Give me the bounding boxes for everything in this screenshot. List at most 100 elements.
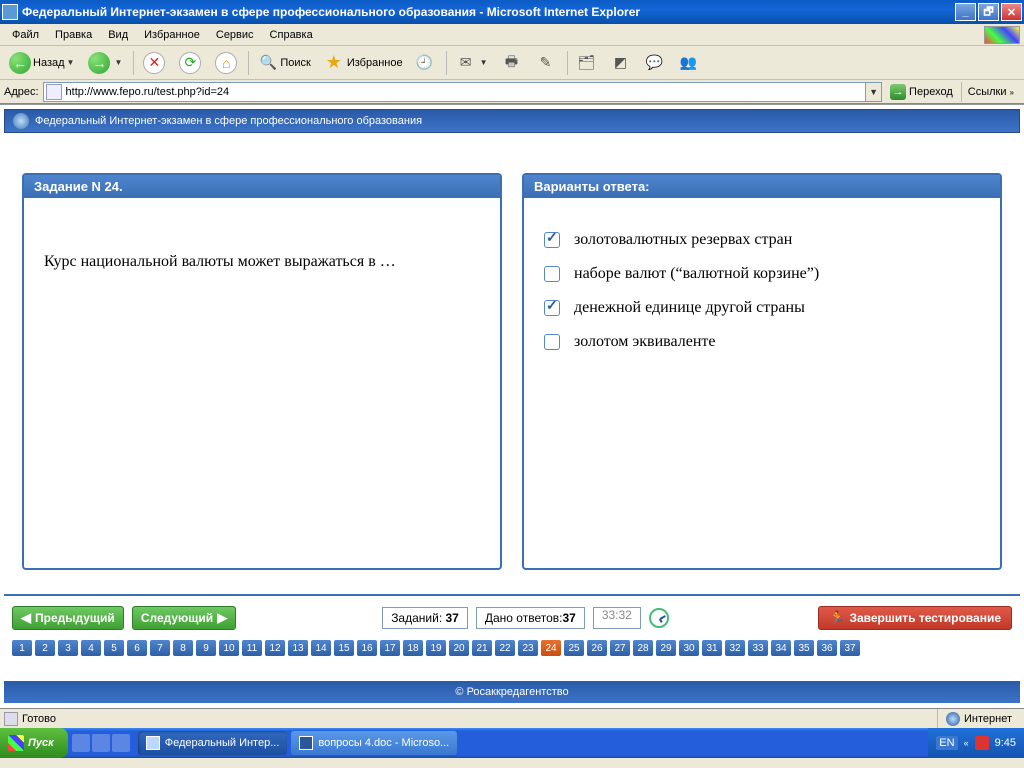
question-number-18[interactable]: 18 (403, 640, 423, 656)
language-indicator[interactable]: EN (936, 736, 957, 750)
navigation-area: ◀Предыдущий Следующий▶ Заданий: 37 Дано … (4, 594, 1020, 666)
question-number-21[interactable]: 21 (472, 640, 492, 656)
next-button[interactable]: Следующий▶ (132, 606, 236, 630)
question-number-9[interactable]: 9 (196, 640, 216, 656)
question-number-31[interactable]: 31 (702, 640, 722, 656)
home-button[interactable]: ⌂ (210, 49, 244, 77)
question-number-25[interactable]: 25 (564, 640, 584, 656)
windows-logo-icon (984, 26, 1020, 44)
task-text: Курс национальной валюты может выражатьс… (44, 223, 480, 271)
page-header: Федеральный Интернет-экзамен в сфере про… (4, 109, 1020, 133)
question-number-20[interactable]: 20 (449, 640, 469, 656)
question-number-28[interactable]: 28 (633, 640, 653, 656)
minimize-button[interactable]: _ (955, 3, 976, 21)
back-dropdown[interactable]: ▼ (65, 58, 77, 67)
edit-icon: ✎ (536, 53, 556, 73)
menu-file[interactable]: Файл (4, 27, 47, 43)
close-button[interactable]: ✕ (1001, 3, 1022, 21)
tray-expand-icon[interactable]: « (964, 738, 969, 748)
status-bar: Готово Интернет (0, 708, 1024, 728)
finish-button[interactable]: 🏃Завершить тестирование (818, 606, 1012, 630)
question-number-36[interactable]: 36 (817, 640, 837, 656)
question-number-26[interactable]: 26 (587, 640, 607, 656)
print-button[interactable]: 🖶 (497, 49, 529, 77)
prev-button[interactable]: ◀Предыдущий (12, 606, 124, 630)
answer-checkbox[interactable] (544, 334, 560, 350)
refresh-icon: ⟳ (179, 52, 201, 74)
research-button[interactable]: 🗂 (572, 49, 604, 77)
clock[interactable]: 9:45 (995, 737, 1016, 749)
messenger-button[interactable]: 👥 (674, 49, 706, 77)
menu-view[interactable]: Вид (100, 27, 136, 43)
taskbar-item[interactable]: вопросы 4.doc - Microso... (291, 731, 457, 755)
forward-button[interactable]: →▼ (83, 49, 129, 77)
question-number-37[interactable]: 37 (840, 640, 860, 656)
menu-help[interactable]: Справка (262, 27, 321, 43)
question-number-22[interactable]: 22 (495, 640, 515, 656)
kaspersky-button[interactable]: ◩ (606, 49, 638, 77)
answer-checkbox[interactable] (544, 266, 560, 282)
question-number-8[interactable]: 8 (173, 640, 193, 656)
question-number-19[interactable]: 19 (426, 640, 446, 656)
taskbar-item[interactable]: Федеральный Интер... (138, 731, 288, 755)
question-number-10[interactable]: 10 (219, 640, 239, 656)
question-number-12[interactable]: 12 (265, 640, 285, 656)
question-number-7[interactable]: 7 (150, 640, 170, 656)
question-number-17[interactable]: 17 (380, 640, 400, 656)
quicklaunch-app-icon[interactable] (112, 734, 130, 752)
go-button[interactable]: → Переход (886, 82, 957, 102)
tray-kaspersky-icon[interactable] (975, 736, 989, 750)
question-number-2[interactable]: 2 (35, 640, 55, 656)
question-number-30[interactable]: 30 (679, 640, 699, 656)
refresh-button[interactable]: ⟳ (174, 49, 208, 77)
question-number-16[interactable]: 16 (357, 640, 377, 656)
question-number-3[interactable]: 3 (58, 640, 78, 656)
question-number-14[interactable]: 14 (311, 640, 331, 656)
stop-button[interactable]: ✕ (138, 49, 172, 77)
question-number-4[interactable]: 4 (81, 640, 101, 656)
runner-icon: 🏃 (829, 610, 845, 626)
question-number-33[interactable]: 33 (748, 640, 768, 656)
windows-flag-icon (8, 735, 24, 751)
security-zone[interactable]: Интернет (937, 709, 1020, 728)
question-number-6[interactable]: 6 (127, 640, 147, 656)
question-number-32[interactable]: 32 (725, 640, 745, 656)
links-button[interactable]: Ссылки » (961, 82, 1020, 102)
mail-button[interactable]: ✉▼ (451, 49, 495, 77)
question-number-1[interactable]: 1 (12, 640, 32, 656)
window-title: Федеральный Интернет-экзамен в сфере про… (22, 5, 953, 19)
restore-button[interactable]: 🗗 (978, 3, 999, 21)
back-button[interactable]: ←Назад▼ (4, 49, 81, 77)
question-number-15[interactable]: 15 (334, 640, 354, 656)
question-number-24[interactable]: 24 (541, 640, 561, 656)
discuss-button[interactable]: 💬 (640, 49, 672, 77)
question-number-23[interactable]: 23 (518, 640, 538, 656)
start-button[interactable]: Пуск (0, 728, 68, 758)
menu-edit[interactable]: Правка (47, 27, 100, 43)
menu-favorites[interactable]: Избранное (136, 27, 208, 43)
favorites-button[interactable]: ★Избранное (318, 49, 408, 77)
quicklaunch-ie-icon[interactable] (72, 734, 90, 752)
address-bar: Адрес: ▼ → Переход Ссылки » (0, 80, 1024, 104)
quicklaunch-desktop-icon[interactable] (92, 734, 110, 752)
address-dropdown[interactable]: ▼ (865, 83, 881, 101)
question-number-13[interactable]: 13 (288, 640, 308, 656)
question-number-5[interactable]: 5 (104, 640, 124, 656)
ie-icon (146, 736, 160, 750)
separator (248, 51, 249, 75)
answer-checkbox[interactable] (544, 232, 560, 248)
question-number-34[interactable]: 34 (771, 640, 791, 656)
address-input[interactable] (64, 85, 866, 99)
question-number-29[interactable]: 29 (656, 640, 676, 656)
question-number-35[interactable]: 35 (794, 640, 814, 656)
answer-checkbox[interactable] (544, 300, 560, 316)
history-button[interactable]: 🕘 (410, 49, 442, 77)
question-number-11[interactable]: 11 (242, 640, 262, 656)
forward-dropdown[interactable]: ▼ (112, 58, 124, 67)
taskbar: Пуск Федеральный Интер...вопросы 4.doc -… (0, 728, 1024, 758)
edit-button[interactable]: ✎ (531, 49, 563, 77)
question-number-27[interactable]: 27 (610, 640, 630, 656)
search-button[interactable]: 🔍Поиск (253, 49, 315, 77)
answer-text: золотовалютных резервах стран (574, 231, 792, 249)
menu-tools[interactable]: Сервис (208, 27, 262, 43)
